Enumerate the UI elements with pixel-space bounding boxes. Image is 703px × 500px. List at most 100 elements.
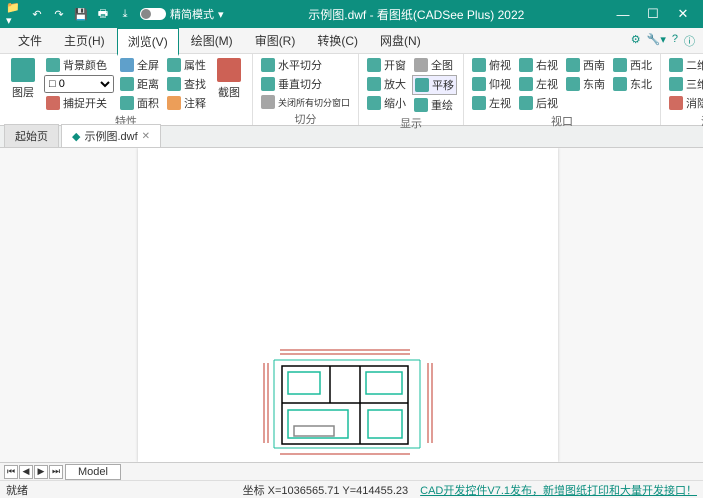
vcut-icon — [261, 77, 275, 91]
menu-cloud[interactable]: 网盘(N) — [370, 28, 431, 53]
status-ready: 就绪 — [6, 482, 28, 498]
distance-button[interactable]: 距离 — [118, 75, 161, 93]
cube-icon — [519, 77, 533, 91]
view-left-button[interactable]: 左视 — [517, 75, 560, 93]
open-icon[interactable]: 📁▾ — [6, 5, 24, 23]
menubar-right-icons: ⚙ 🔧▾ ? ⓘ — [631, 33, 695, 49]
group-viewport: 俯视 仰视 左视 右视 左视 后视 西南 东南 西北 东北 视口 — [464, 54, 661, 125]
tab-close-icon[interactable]: ✕ — [142, 131, 150, 142]
settings-icon[interactable]: ⚙ — [631, 33, 641, 49]
cube-icon — [566, 77, 580, 91]
menu-file[interactable]: 文件 — [8, 28, 52, 53]
view-right-button[interactable]: 右视 — [517, 56, 560, 74]
sphere-icon — [669, 77, 683, 91]
view-ne-button[interactable]: 东北 — [611, 75, 654, 93]
hcut-icon — [261, 58, 275, 72]
cube-icon — [519, 58, 533, 72]
cube-icon — [472, 77, 486, 91]
help-icon[interactable]: ? — [672, 33, 678, 49]
print-icon[interactable]: 🖶 — [94, 5, 112, 23]
cube-icon — [472, 96, 486, 110]
render-3d-button[interactable]: 三维 — [667, 75, 703, 93]
nav-next-button[interactable]: ▶ — [34, 465, 48, 479]
close-button[interactable]: ✕ — [669, 4, 697, 24]
nav-prev-button[interactable]: ◀ — [19, 465, 33, 479]
save-icon[interactable]: 💾 — [72, 5, 90, 23]
menu-home[interactable]: 主页(H) — [54, 28, 115, 53]
drawing-canvas[interactable] — [0, 148, 703, 462]
layout-tab-model[interactable]: Model — [65, 464, 121, 480]
menu-review[interactable]: 审图(R) — [245, 28, 306, 53]
annotate-button[interactable]: 注释 — [165, 94, 208, 112]
render-clear-button[interactable]: 消隐 — [667, 94, 703, 112]
nav-last-button[interactable]: ⏭ — [49, 465, 63, 479]
closecut-button[interactable]: 关闭所有切分窗口 — [259, 94, 352, 110]
pan-icon — [415, 78, 429, 92]
menu-convert[interactable]: 转换(C) — [307, 28, 368, 53]
maximize-button[interactable]: ☐ — [639, 4, 667, 24]
layer-button[interactable]: 图层 — [6, 56, 40, 100]
toggle-switch-icon[interactable] — [140, 8, 166, 20]
group-render: 二维 三维 消隐 概念 真实 着色 渲染 — [661, 54, 703, 125]
export-icon[interactable]: ⤓ — [116, 5, 134, 23]
snap-toggle-button[interactable]: 捕捉开关 — [44, 94, 114, 112]
closecut-icon — [261, 95, 275, 109]
tab-start[interactable]: 起始页 — [4, 124, 59, 147]
vcut-button[interactable]: 垂直切分 — [259, 75, 352, 93]
view-side-button[interactable]: 左视 — [470, 94, 513, 112]
bgcolor-button[interactable]: 背景颜色 — [44, 56, 114, 74]
undo-icon[interactable]: ↶ — [28, 5, 46, 23]
window-controls: — ☐ ✕ — [609, 4, 697, 24]
openwin-button[interactable]: 开窗 — [365, 56, 408, 74]
area-button[interactable]: 面积 — [118, 94, 161, 112]
nav-first-button[interactable]: ⏮ — [4, 465, 18, 479]
zoomout-button[interactable]: 缩小 — [365, 94, 408, 112]
view-nw-button[interactable]: 西北 — [611, 56, 654, 74]
tool-icon[interactable]: 🔧▾ — [647, 33, 666, 49]
screenshot-icon — [217, 58, 241, 82]
all-icon — [414, 58, 428, 72]
redraw-icon — [414, 98, 428, 112]
group-label-viewport: 视口 — [470, 112, 654, 130]
layout-tabs-bar: ⏮ ◀ ▶ ⏭ Model — [0, 462, 703, 480]
redo-icon[interactable]: ↷ — [50, 5, 68, 23]
snap-icon — [46, 96, 60, 110]
quick-access-toolbar: 📁▾ ↶ ↷ 💾 🖶 ⤓ — [6, 5, 134, 23]
zoomout-icon — [367, 96, 381, 110]
fullscreen-button[interactable]: 全屏 — [118, 56, 161, 74]
annotate-icon — [167, 96, 181, 110]
info-icon[interactable]: ⓘ — [684, 33, 695, 49]
layer-icon — [11, 58, 35, 82]
cube-icon — [519, 96, 533, 110]
find-button[interactable]: 查找 — [165, 75, 208, 93]
minimize-button[interactable]: — — [609, 4, 637, 24]
menu-draw[interactable]: 绘图(M) — [181, 28, 243, 53]
pan-button[interactable]: 平移 — [412, 75, 457, 95]
screenshot-button[interactable]: 截图 — [212, 56, 246, 100]
status-link[interactable]: CAD开发控件V7.1发布，新增图纸打印和大量开发接口！ — [420, 482, 697, 498]
zoomin-button[interactable]: 放大 — [365, 75, 408, 93]
view-back-button[interactable]: 后视 — [517, 94, 560, 112]
hcut-button[interactable]: 水平切分 — [259, 56, 352, 74]
group-cut: 水平切分 垂直切分 关闭所有切分窗口 切分 — [253, 54, 359, 125]
view-top-button[interactable]: 俯视 — [470, 56, 513, 74]
props-button[interactable]: 属性 — [165, 56, 208, 74]
tab-document[interactable]: ◆示例图.dwf✕ — [61, 124, 161, 147]
redraw-button[interactable]: 重绘 — [412, 96, 457, 114]
sphere-icon — [669, 58, 683, 72]
menu-browse[interactable]: 浏览(V) — [117, 28, 179, 56]
fullscreen-icon — [120, 58, 134, 72]
color-icon — [46, 58, 60, 72]
color-select[interactable]: □ 0 — [44, 75, 114, 93]
all-button[interactable]: 全图 — [412, 56, 457, 74]
render-2d-button[interactable]: 二维 — [667, 56, 703, 74]
sphere-icon — [669, 96, 683, 110]
mode-toggle[interactable]: 精简模式 ▾ — [140, 6, 224, 22]
layout-nav: ⏮ ◀ ▶ ⏭ — [4, 465, 63, 479]
cube-icon — [613, 77, 627, 91]
view-front-button[interactable]: 仰视 — [470, 75, 513, 93]
view-sw-button[interactable]: 西南 — [564, 56, 607, 74]
view-se-button[interactable]: 东南 — [564, 75, 607, 93]
window-title: 示例图.dwf - 看图纸(CADSee Plus) 2022 — [224, 6, 609, 23]
area-icon — [120, 96, 134, 110]
